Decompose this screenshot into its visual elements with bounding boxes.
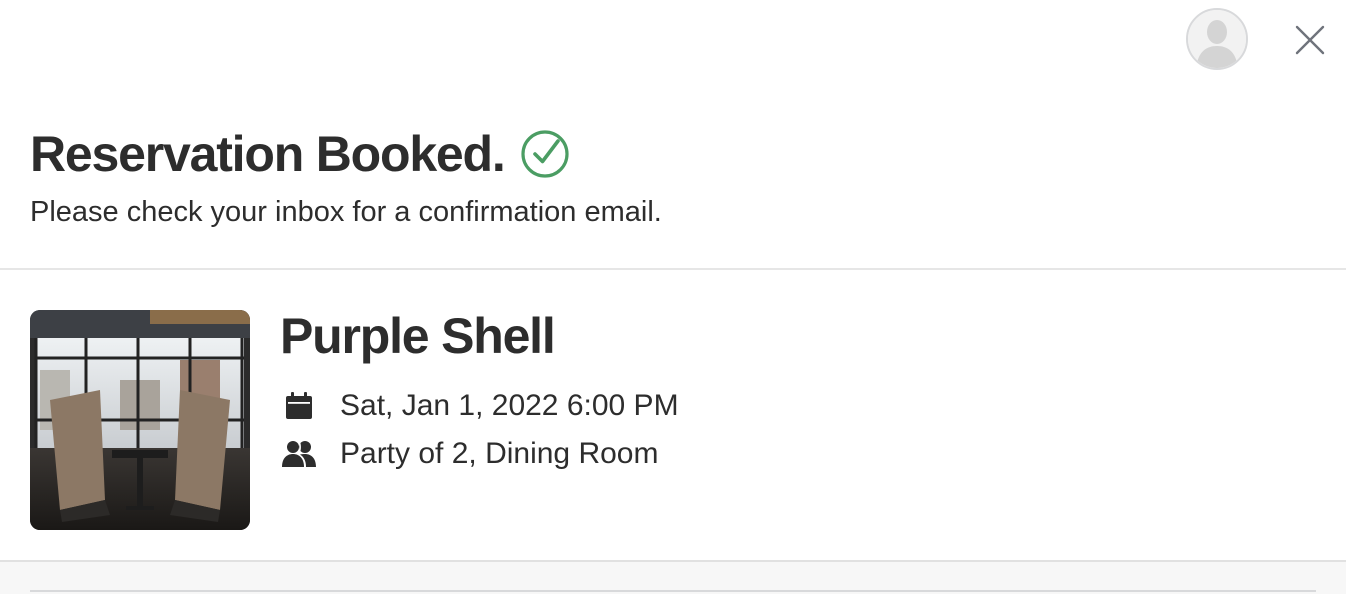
reservation-party-row: Party of 2, Dining Room [280,432,679,476]
restaurant-name[interactable]: Purple Shell [280,310,679,362]
page-title: Reservation Booked. [30,126,506,182]
confirmation-subtitle: Please check your inbox for a confirmati… [30,196,662,228]
reservation-datetime: Sat, Jan 1, 2022 6:00 PM [340,389,679,422]
top-bar [0,0,1346,90]
reservation-datetime-row: Sat, Jan 1, 2022 6:00 PM [280,384,679,428]
check-circle-icon [519,128,571,180]
calendar-icon [280,387,318,425]
confirmation-header: Reservation Booked. Please check your in… [30,122,662,230]
people-icon [280,435,318,473]
reservation-card: Purple Shell Sat, Jan 1, 2022 6:00 PM Pa… [30,310,1320,530]
restaurant-photo [30,310,250,530]
footer-area [0,562,1346,594]
title-row: Reservation Booked. [30,122,662,186]
reservation-party: Party of 2, Dining Room [340,437,659,470]
close-icon[interactable] [1292,22,1328,58]
footer-divider [30,590,1316,592]
user-avatar-icon[interactable] [1186,8,1248,70]
reservation-info: Purple Shell Sat, Jan 1, 2022 6:00 PM Pa… [280,310,679,476]
divider [0,268,1346,270]
